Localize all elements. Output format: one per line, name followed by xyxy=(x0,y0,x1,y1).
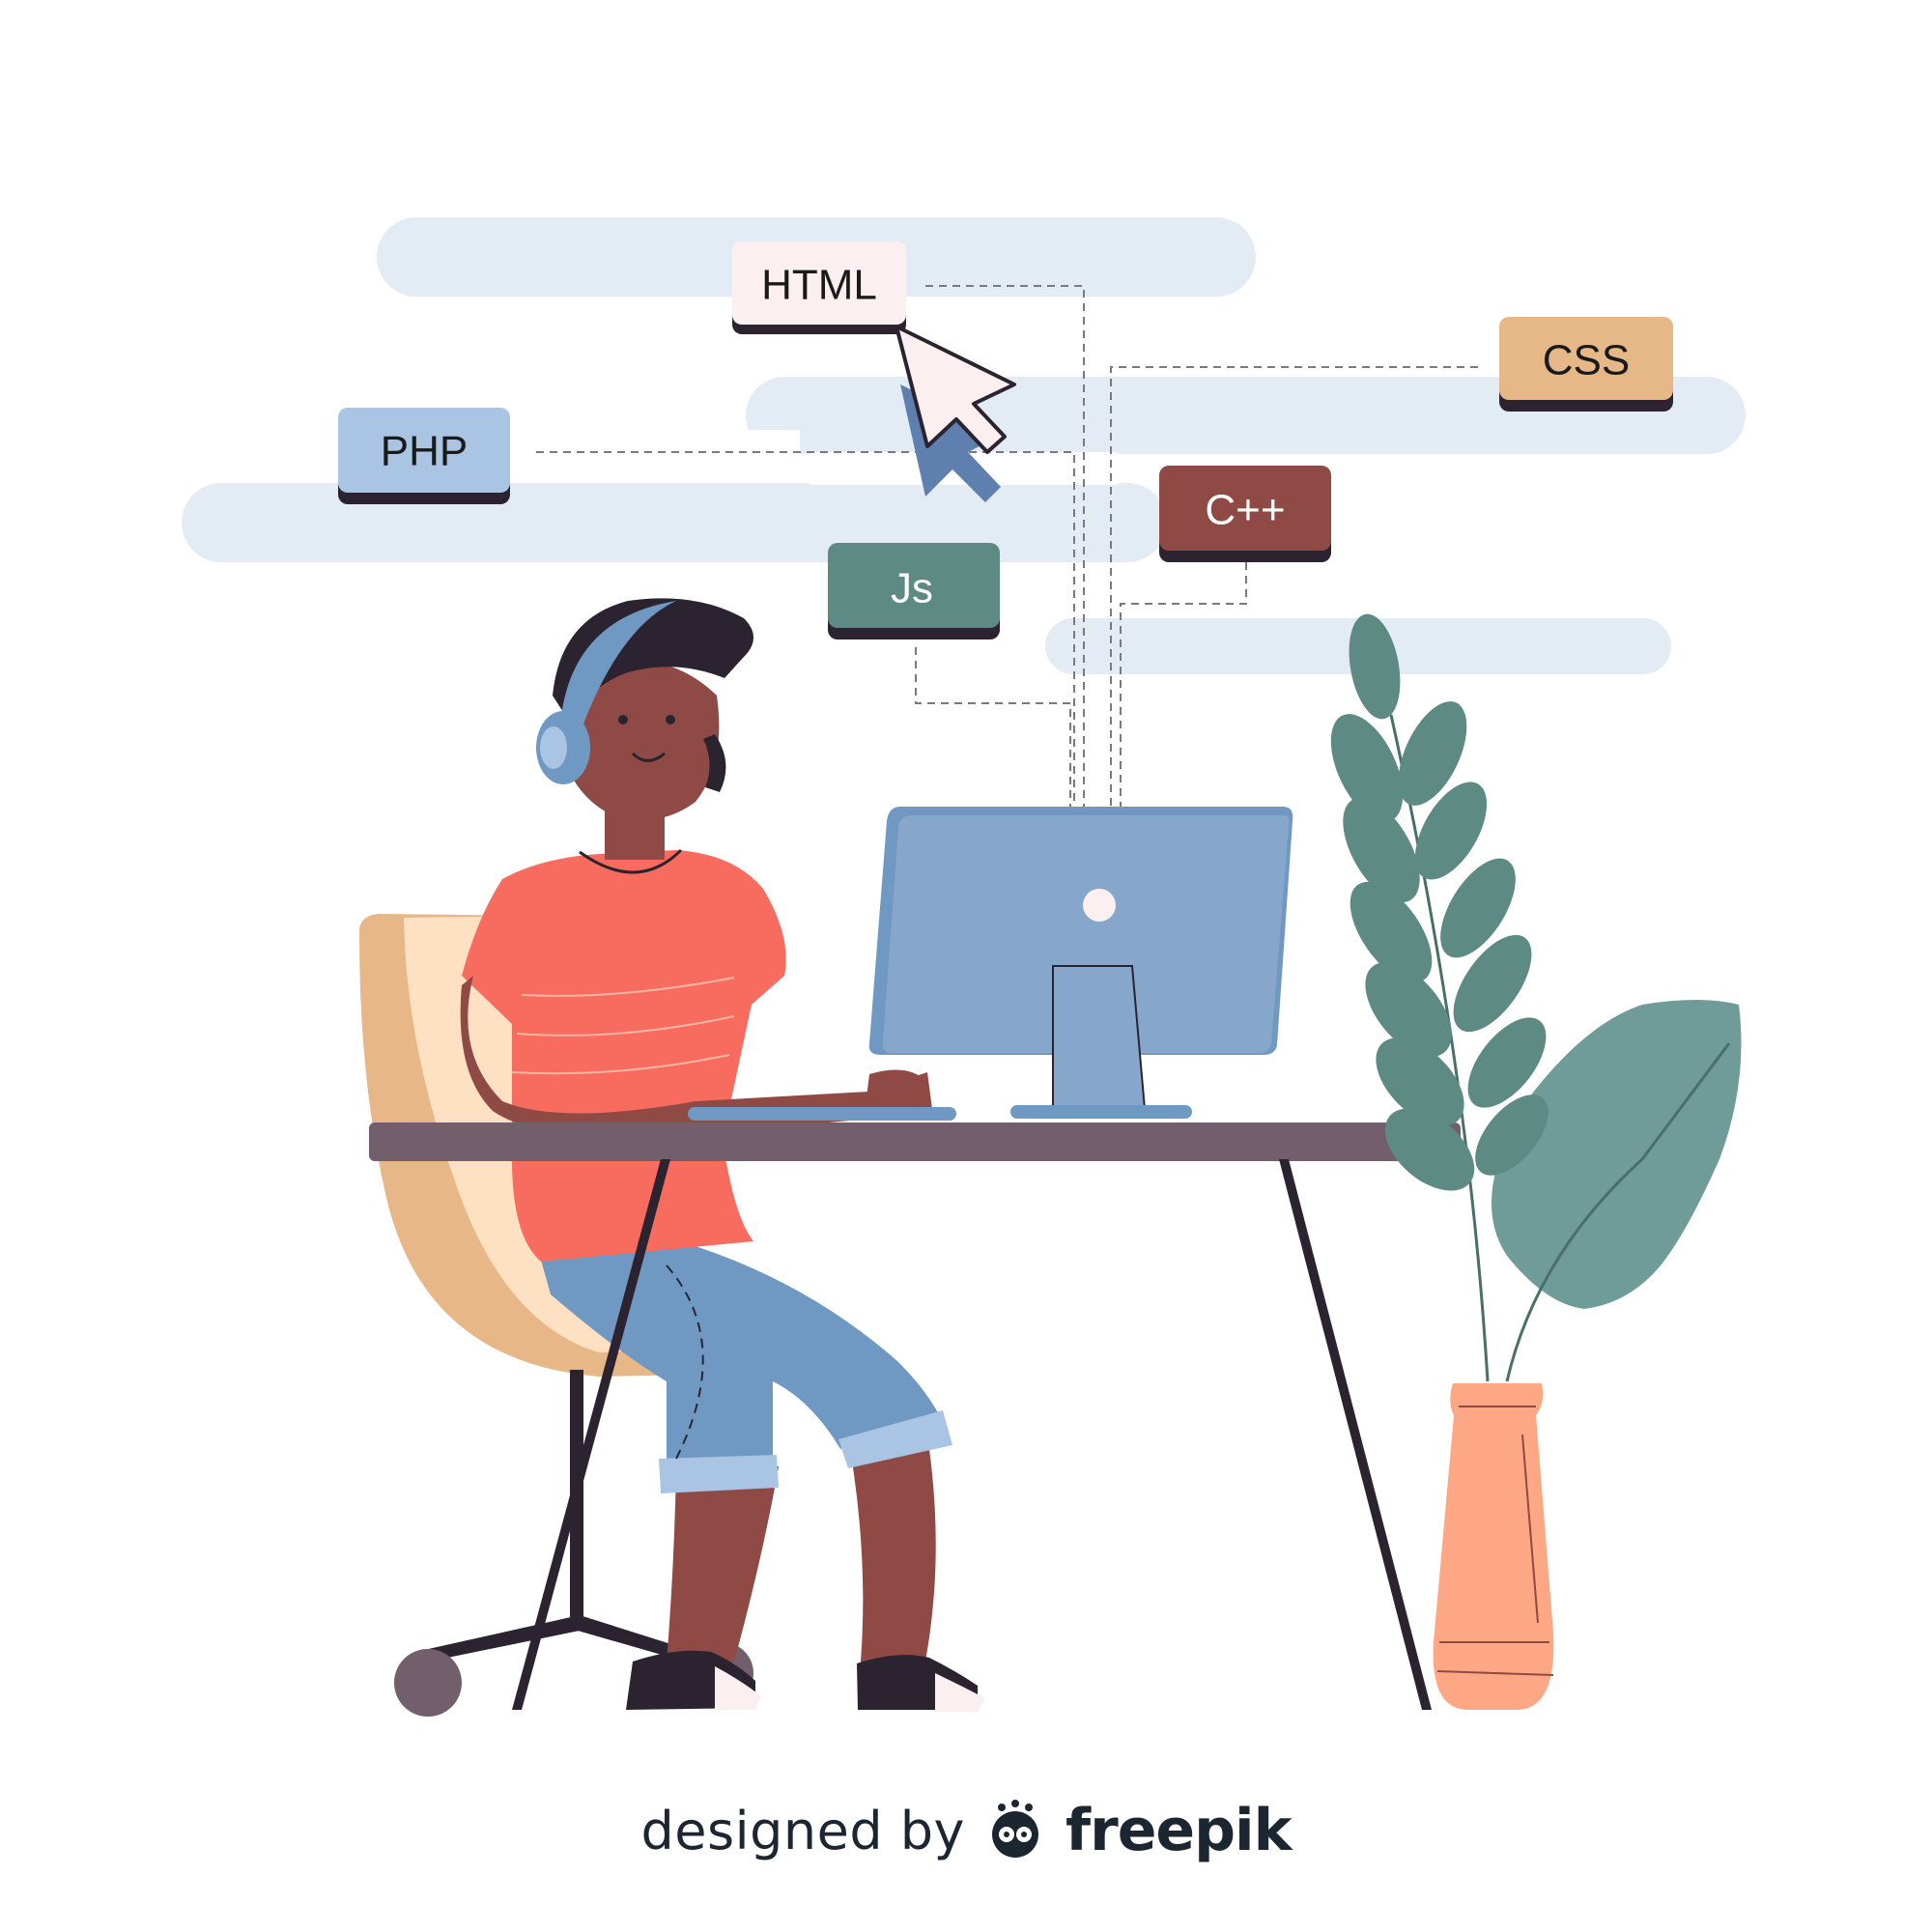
tag-php: PHP xyxy=(338,408,510,504)
tag-css-label: CSS xyxy=(1543,337,1630,384)
tag-js-label: Js xyxy=(891,565,933,612)
tag-php-label: PHP xyxy=(381,428,468,475)
tag-html-label: HTML xyxy=(761,262,877,309)
freepik-logo-icon xyxy=(992,1800,1039,1858)
developer-illustration: HTML CSS PHP C++ Js xyxy=(182,217,1760,1717)
tag-cpp-label: C++ xyxy=(1205,487,1285,534)
tag-css: CSS xyxy=(1499,317,1673,412)
tag-html: HTML xyxy=(732,242,906,334)
tag-cpp: C++ xyxy=(1159,466,1331,562)
credit-designed-by: designed by xyxy=(640,1800,966,1861)
tag-js: Js xyxy=(828,543,1000,639)
credit-line: designed by freepik xyxy=(0,1777,1932,1884)
credit-brand: freepik xyxy=(1065,1797,1292,1864)
